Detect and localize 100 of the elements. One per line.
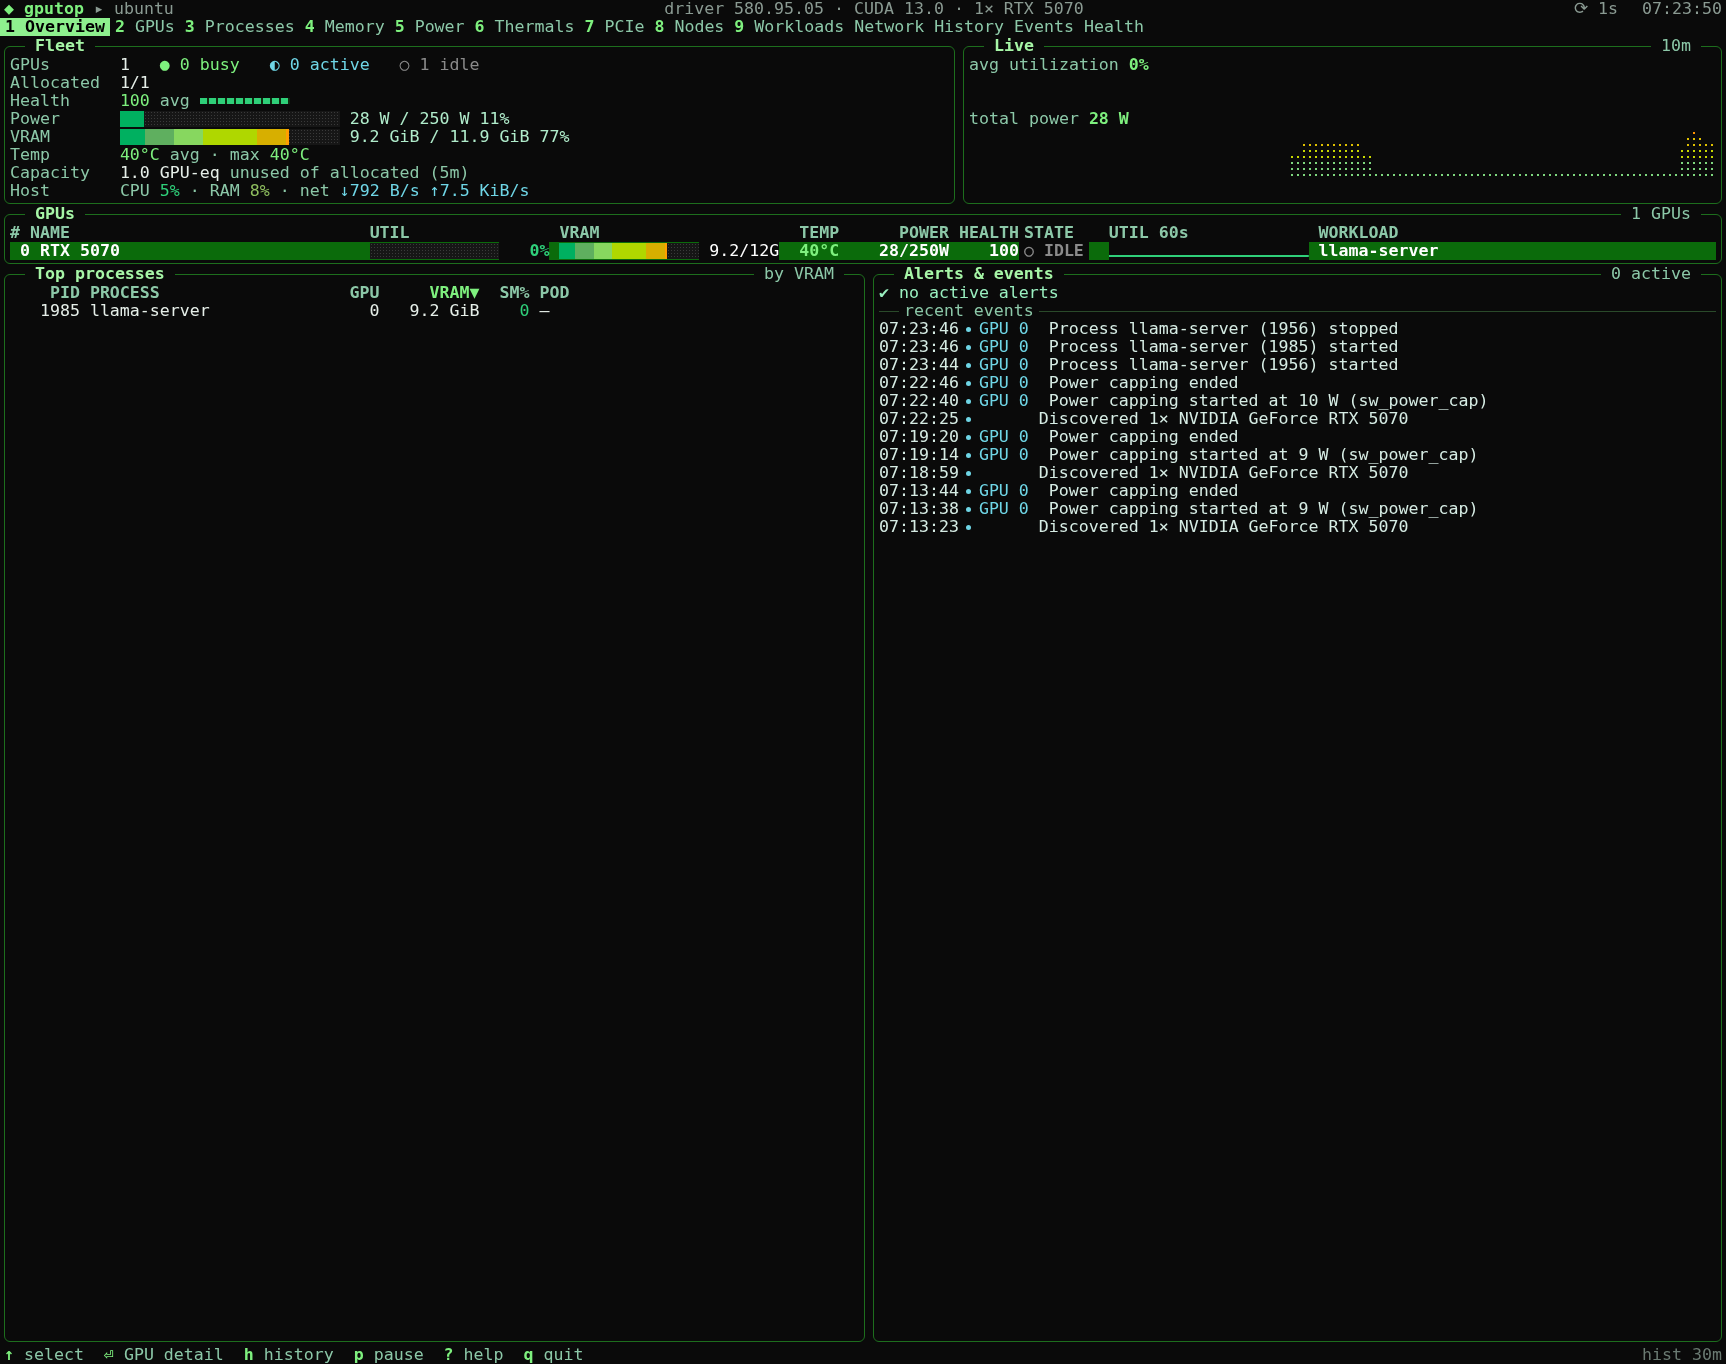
- column-header: UTIL 60s: [1108, 224, 1190, 242]
- event-message: Power capping started at 10 W (sw_power_cap): [1048, 392, 1489, 410]
- bullet-icon: [966, 362, 972, 368]
- field-value: CPU 5% · RAM 8% · net ↓792 B/s ↑7.5 KiB/s: [119, 182, 530, 200]
- tab[interactable]: Events: [1009, 18, 1079, 36]
- event-message: Power capping ended: [1048, 374, 1239, 392]
- event-time: 07:23:44: [879, 356, 959, 374]
- column-header[interactable]: SM%: [479, 284, 530, 302]
- event-time: 07:18:59: [879, 464, 959, 482]
- section-label: recent events: [903, 302, 1034, 320]
- key-hint[interactable]: ⏎ GPU detail: [103, 1346, 224, 1364]
- column-header[interactable]: PID: [10, 284, 80, 302]
- driver-info: driver 580.95.05 · CUDA 13.0 · 1× RTX 5070: [664, 0, 1084, 18]
- event-message: Power capping started at 9 W (sw_power_cap): [1048, 500, 1479, 518]
- gpu-state-count: ● 0 busy: [159, 56, 240, 74]
- field-value: 1: [119, 56, 131, 74]
- tab[interactable]: 3 Processes: [179, 18, 300, 36]
- field-value: 40°C avg · max 40°C: [119, 146, 310, 164]
- event-gpu: GPU 0: [978, 428, 1029, 446]
- bullet-icon: [966, 488, 972, 494]
- key-hint[interactable]: p pause: [353, 1346, 424, 1364]
- column-header: TEMP: [798, 224, 840, 242]
- state-value: ○ IDLE: [1018, 242, 1089, 260]
- tab[interactable]: 8 Nodes: [649, 18, 730, 36]
- gpu-state-count: ◐ 0 active: [269, 56, 370, 74]
- health-value: 100: [987, 242, 1019, 260]
- event-gpu: GPU 0: [978, 500, 1029, 518]
- column-header[interactable]: POD: [539, 284, 859, 302]
- event-time: 07:23:46: [879, 338, 959, 356]
- bullet-icon: [966, 452, 972, 458]
- field-label: GPUs: [10, 56, 51, 74]
- event-gpu: GPU 0: [978, 320, 1029, 338]
- column-header: POWER: [898, 224, 949, 242]
- event-gpu: GPU 0: [978, 482, 1029, 500]
- process-name: llama-server: [89, 302, 211, 320]
- column-header[interactable]: PROCESS: [89, 284, 340, 302]
- tab[interactable]: History: [929, 18, 1010, 36]
- event-gpu: GPU 0: [978, 374, 1029, 392]
- column-header[interactable]: VRAM▼: [379, 284, 480, 302]
- column-header[interactable]: GPU: [339, 284, 380, 302]
- event-gpu: GPU 0: [978, 446, 1029, 464]
- event-gpu: GPU 0: [978, 338, 1029, 356]
- tab[interactable]: Network: [849, 18, 930, 36]
- event-message: Process llama-server (1985) started: [1048, 338, 1399, 356]
- tab[interactable]: 7 PCIe: [579, 18, 650, 36]
- event-time: 07:13:23: [879, 518, 959, 536]
- gpu-row[interactable]: 0 RTX 5070 0% 9.2/12G 40°C 28/250W 100 ○ IDLE llama-server: [10, 242, 1716, 260]
- util-value: 0%: [499, 242, 550, 260]
- bullet-icon: [966, 470, 972, 476]
- key-hint[interactable]: h history: [243, 1346, 334, 1364]
- key-hint[interactable]: ↑ select: [4, 1346, 84, 1364]
- field-label: Capacity: [10, 164, 91, 182]
- bullet-icon: [966, 398, 972, 404]
- tab[interactable]: Health: [1078, 18, 1149, 36]
- history-window: hist 30m: [1642, 1346, 1722, 1364]
- tab[interactable]: 9 Workloads: [729, 18, 850, 36]
- field-label: VRAM: [10, 128, 51, 146]
- event-message: Discovered 1× NVIDIA GeForce RTX 5070: [1038, 518, 1409, 536]
- vram-usage: 9.2 GiB: [408, 302, 480, 320]
- field-value: 28 W / 250 W 11%: [349, 110, 510, 128]
- event-time: 07:19:14: [879, 446, 959, 464]
- gpu-state-count: ○ 1 idle: [399, 56, 480, 74]
- clock: 07:23:50: [1642, 0, 1722, 18]
- event-time: 07:19:20: [879, 428, 959, 446]
- bullet-icon: [966, 506, 972, 512]
- event-time: 07:13:38: [879, 500, 959, 518]
- power-value: 28/250W: [878, 242, 949, 260]
- bullet-icon: [966, 524, 972, 530]
- tab[interactable]: 4 Memory: [299, 18, 390, 36]
- bullet-icon: [966, 344, 972, 350]
- tab[interactable]: 6 Thermals: [469, 18, 580, 36]
- alert-status: ✔ no active alerts: [879, 284, 1059, 302]
- power-text: total power 28 W: [969, 110, 1129, 128]
- event-message: Power capping ended: [1048, 428, 1239, 446]
- utilization-text: avg utilization 0%: [969, 56, 1149, 74]
- event-gpu: GPU 0: [978, 356, 1029, 374]
- key-hint[interactable]: q quit: [523, 1346, 584, 1364]
- column-header: #: [10, 223, 20, 242]
- tab[interactable]: 2 GPUs: [109, 18, 180, 36]
- event-time: 07:22:46: [879, 374, 959, 392]
- key-hint[interactable]: ? help: [443, 1346, 504, 1364]
- tab[interactable]: 5 Power: [389, 18, 470, 36]
- panel-title: Top processes: [24, 265, 175, 283]
- field-label: Power: [10, 110, 61, 128]
- pod-name: –: [539, 302, 551, 320]
- refresh-interval: ⟳ 1s: [1574, 0, 1619, 18]
- event-time: 07:13:44: [879, 482, 959, 500]
- event-message: Discovered 1× NVIDIA GeForce RTX 5070: [1038, 464, 1409, 482]
- field-value: 1/1: [119, 74, 150, 92]
- event-message: Power capping ended: [1048, 482, 1239, 500]
- column-header: WORKLOAD: [1318, 224, 1400, 242]
- event-time: 07:22:40: [879, 392, 959, 410]
- panel-caption: by VRAM: [754, 265, 845, 283]
- event-time: 07:22:25: [879, 410, 959, 428]
- tab[interactable]: 1 Overview: [0, 18, 110, 36]
- gpu-index: 0: [19, 241, 30, 260]
- gpu-name: RTX 5070: [39, 241, 120, 260]
- field-value: 100 avg: [119, 92, 190, 110]
- field-label: Host: [10, 182, 51, 200]
- field-label: Allocated: [10, 74, 101, 92]
